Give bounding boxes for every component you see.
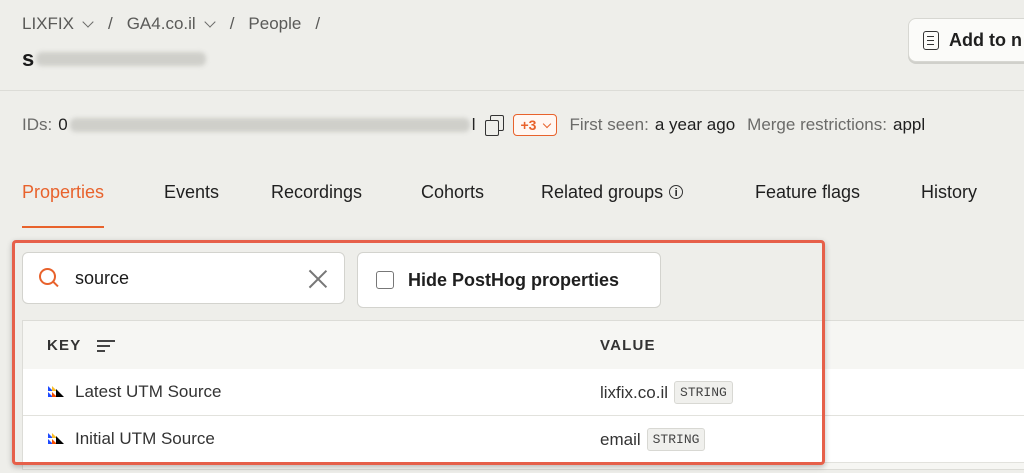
first-seen-value: a year ago [654, 115, 736, 134]
breadcrumb: LIXFIX / GA4.co.il / People / [22, 14, 334, 34]
page-title: s [22, 46, 207, 72]
person-name-initial: s [22, 46, 35, 71]
tab-cohorts[interactable]: Cohorts [421, 182, 484, 226]
breadcrumb-separator: / [107, 14, 113, 33]
ids-label: IDs: [22, 115, 53, 134]
merge-restrictions-value: appl [892, 115, 926, 134]
redacted-id [69, 118, 470, 132]
chevron-down-icon [204, 15, 216, 28]
tab-events[interactable]: Events [164, 182, 219, 226]
tab-related-groups[interactable]: Related groups i [541, 182, 684, 226]
add-to-notebook-button[interactable]: Add to n [908, 18, 1024, 62]
breadcrumb-project[interactable]: GA4.co.il [127, 14, 226, 34]
chevron-down-icon [543, 119, 552, 128]
first-seen-label: First seen: [569, 115, 649, 134]
tab-bar: Properties Events Recordings Cohorts Rel… [0, 182, 1024, 228]
breadcrumb-separator: / [315, 14, 321, 33]
notebook-icon [923, 30, 939, 50]
redacted-name [36, 52, 207, 66]
id-suffix: l [471, 115, 476, 134]
tab-history[interactable]: History [921, 182, 977, 226]
breadcrumb-people[interactable]: People [248, 14, 301, 34]
highlight-frame [12, 240, 825, 465]
tab-properties[interactable]: Properties [22, 182, 105, 228]
header-divider [0, 90, 1024, 91]
tab-feature-flags[interactable]: Feature flags [755, 182, 860, 226]
info-icon: i [669, 185, 684, 199]
add-button-label: Add to n [949, 29, 1022, 50]
more-ids-badge[interactable]: +3 [513, 114, 558, 136]
copy-icon[interactable] [485, 115, 505, 136]
breadcrumb-separator: / [229, 14, 235, 33]
merge-restrictions-label: Merge restrictions: [747, 115, 887, 134]
breadcrumb-org[interactable]: LIXFIX [22, 14, 104, 34]
ids-row: IDs: 0 l +3 First seen: a year ago Merge… [22, 114, 925, 136]
id-prefix: 0 [58, 115, 68, 134]
tab-recordings[interactable]: Recordings [271, 182, 362, 226]
chevron-down-icon [82, 15, 94, 28]
